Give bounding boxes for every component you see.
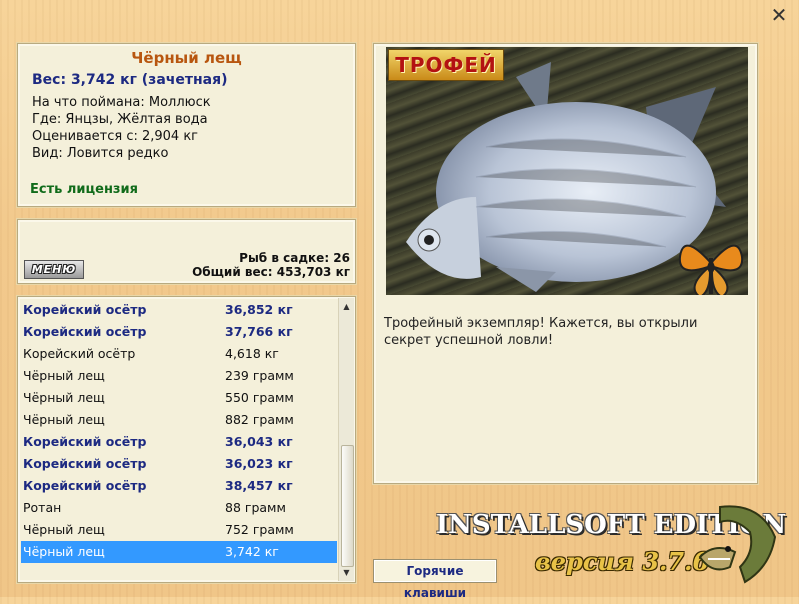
fish-weight: Вес: 3,742 кг (зачетная) xyxy=(32,72,228,88)
list-item[interactable]: Чёрный лещ 550 грамм xyxy=(21,387,337,409)
scroll-down-icon[interactable]: ▼ xyxy=(339,565,354,580)
fish-place: Где: Янцзы, Жёлтая вода xyxy=(32,112,208,127)
list-item-weight: 38,457 кг xyxy=(225,478,293,493)
list-item-name: Чёрный лещ xyxy=(23,544,105,559)
list-item-name: Корейский осётр xyxy=(23,324,147,339)
fish-title: Чёрный лещ xyxy=(131,49,242,67)
list-item-name: Чёрный лещ xyxy=(23,522,105,537)
list-item-name: Чёрный лещ xyxy=(23,368,105,383)
scroll-up-icon[interactable]: ▲ xyxy=(339,299,354,314)
scroll-thumb[interactable] xyxy=(341,445,354,567)
list-item[interactable]: Корейский осётр 36,852 кг xyxy=(21,299,337,321)
list-item-name: Корейский осётр xyxy=(23,434,147,449)
fish-bait: На что поймана: Моллюск xyxy=(32,95,211,110)
menu-button[interactable]: МЕНЮ xyxy=(24,260,84,279)
list-item-name: Корейский осётр xyxy=(23,346,136,361)
list-item-weight: 752 грамм xyxy=(225,522,294,537)
fish-species: Вид: Ловится редко xyxy=(32,146,169,161)
version-label: версия 3.7.6 xyxy=(535,547,710,576)
list-item[interactable]: Чёрный лещ 239 грамм xyxy=(21,365,337,387)
list-item-name: Корейский осётр xyxy=(23,478,147,493)
list-item-weight: 36,043 кг xyxy=(225,434,293,449)
list-item-weight: 36,852 кг xyxy=(225,302,293,317)
list-item-name: Корейский осётр xyxy=(23,456,147,471)
cage-fish-count: Рыб в садке: 26 xyxy=(239,251,350,265)
catch-list[interactable]: Корейский осётр 36,852 кг Корейский осётр 3… xyxy=(17,296,356,583)
list-item-weight: 4,618 кг xyxy=(225,346,279,361)
trophy-badge: ТРОФЕЙ xyxy=(388,49,504,81)
fish-valued: Оценивается с: 2,904 кг xyxy=(32,129,199,144)
butterfly-icon xyxy=(678,244,744,295)
list-item[interactable]: Корейский осётр 4,618 кг xyxy=(21,343,337,365)
list-item-weight: 37,766 кг xyxy=(225,324,293,339)
list-item[interactable]: Корейский осётр 38,457 кг xyxy=(21,475,337,497)
list-item-name: Корейский осётр xyxy=(23,302,147,317)
list-item[interactable]: Корейский осётр 37,766 кг xyxy=(21,321,337,343)
list-item-weight: 550 грамм xyxy=(225,390,294,405)
list-item-name: Чёрный лещ xyxy=(23,390,105,405)
hotkeys-button[interactable]: Горячие клавиши xyxy=(373,559,497,600)
close-icon[interactable]: ✕ xyxy=(770,5,788,25)
fish-photo: ТРОФЕЙ xyxy=(386,47,748,295)
pike-logo-icon xyxy=(698,505,777,584)
list-item-weight: 882 грамм xyxy=(225,412,294,427)
list-item-name: Ротан xyxy=(23,500,62,515)
trophy-message: Трофейный экземпляр! Кажется, вы открыли… xyxy=(384,316,698,348)
list-item-weight: 239 грамм xyxy=(225,368,294,383)
license-status: Есть лицензия xyxy=(30,182,138,197)
list-item[interactable]: Корейский осётр 36,043 кг xyxy=(21,431,337,453)
cage-panel: МЕНЮ Рыб в садке: 26 Общий вес: 453,703 … xyxy=(17,219,356,284)
list-item[interactable]: Чёрный лещ 3,742 кг xyxy=(21,541,337,563)
list-item[interactable]: Корейский осётр 36,023 кг xyxy=(21,453,337,475)
cage-total-weight: Общий вес: 453,703 кг xyxy=(192,265,350,279)
trophy-panel: ТРОФЕЙ Трофейный экземпляр! Кажется, вы … xyxy=(373,43,758,484)
list-item-weight: 3,742 кг xyxy=(225,544,279,559)
list-item-weight: 36,023 кг xyxy=(225,456,293,471)
fish-info-panel: Чёрный лещ Вес: 3,742 кг (зачетная) На ч… xyxy=(17,43,356,207)
list-item[interactable]: Чёрный лещ 752 грамм xyxy=(21,519,337,541)
list-item-name: Чёрный лещ xyxy=(23,412,105,427)
list-item[interactable]: Чёрный лещ 882 грамм xyxy=(21,409,337,431)
list-scrollbar[interactable]: ▲ ▼ xyxy=(338,298,354,581)
bream-image xyxy=(406,62,744,295)
list-item[interactable]: Ротан 88 грамм xyxy=(21,497,337,519)
list-item-weight: 88 грамм xyxy=(225,500,286,515)
